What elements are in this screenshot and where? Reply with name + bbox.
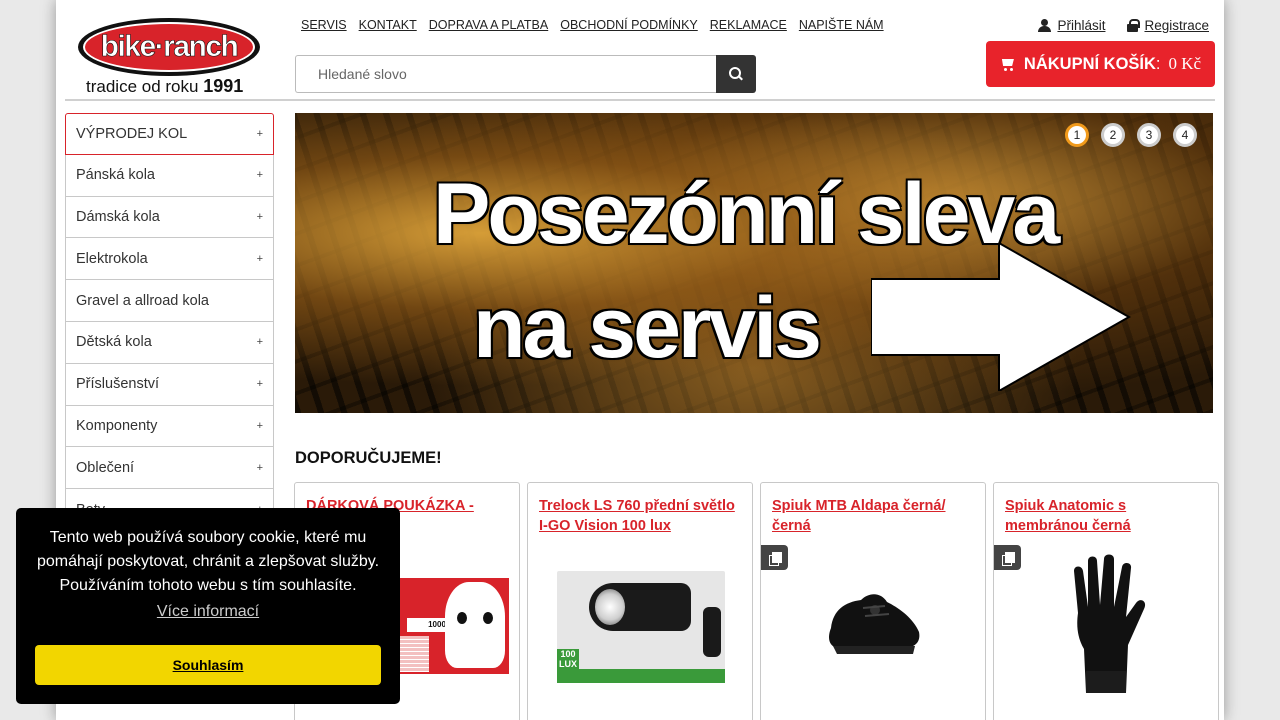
banner-headline-2: na servis — [473, 280, 822, 376]
product-card[interactable]: Spiuk MTB Aldapa černá/ černá — [760, 482, 986, 720]
product-title[interactable]: Spiuk Anatomic s membránou černá — [1005, 496, 1208, 536]
slide-dot-2[interactable]: 2 — [1101, 123, 1125, 147]
cookie-accept-button[interactable]: Souhlasím — [35, 645, 381, 685]
product-card[interactable]: Trelock LS 760 přední světlo I-GO Vision… — [527, 482, 753, 720]
compare-icon[interactable] — [994, 545, 1021, 570]
slide-dot-4[interactable]: 4 — [1173, 123, 1197, 147]
sidebar-item-vyprodej[interactable]: VÝPRODEJ KOL + — [65, 113, 274, 155]
nav-link-doprava[interactable]: DOPRAVA A PLATBA — [429, 18, 549, 32]
logo-oval: bike·ranch — [78, 18, 260, 76]
product-image[interactable]: 100 LUX — [557, 571, 725, 683]
nav-link-servis[interactable]: SERVIS — [301, 18, 347, 32]
nav-link-napiste[interactable]: NAPIŠTE NÁM — [799, 18, 884, 32]
logo-brand: bike·ranch — [100, 30, 239, 64]
account-links: Přihlásit Registrace — [1038, 18, 1209, 33]
arrow-right-icon — [871, 243, 1131, 391]
search-icon — [729, 67, 743, 81]
slide-dot-3[interactable]: 3 — [1137, 123, 1161, 147]
cart-icon — [1000, 57, 1016, 71]
category-sidebar: VÝPRODEJ KOL + Pánská kola + Dámská kola + … — [65, 113, 274, 531]
product-list: DÁRKOVÁ POUKÁZKA - 1000 Trelock LS 760 p… — [294, 482, 1219, 720]
sidebar-item-gravel[interactable]: Gravel a allroad kola — [65, 280, 274, 322]
product-title[interactable]: Spiuk MTB Aldapa černá/ černá — [772, 496, 975, 536]
cart-amount: 0 Kč — [1168, 54, 1202, 73]
expand-icon[interactable]: + — [257, 253, 263, 265]
sidebar-item-prislusenstvi[interactable]: Příslušenství + — [65, 363, 274, 406]
cart-label: NÁKUPNÍ KOŠÍK — [1023, 54, 1156, 73]
recommended-title: DOPORUČUJEME! — [295, 449, 442, 467]
product-title[interactable]: Trelock LS 760 přední světlo I-GO Vision… — [539, 496, 742, 536]
sidebar-item-komponenty[interactable]: Komponenty + — [65, 405, 274, 448]
expand-icon[interactable]: + — [257, 169, 263, 181]
lock-icon — [1127, 19, 1141, 32]
cookie-more-link[interactable]: Více informací — [16, 603, 400, 621]
nav-link-podminky[interactable]: OBCHODNÍ PODMÍNKY — [560, 18, 698, 32]
top-nav: SERVIS KONTAKT DOPRAVA A PLATBA OBCHODNÍ… — [301, 18, 884, 32]
sidebar-item-damska[interactable]: Dámská kola + — [65, 196, 274, 239]
cart-button[interactable]: NÁKUPNÍ KOŠÍK: 0 Kč — [986, 41, 1215, 87]
expand-icon[interactable]: + — [257, 462, 263, 474]
cookie-consent: Tento web používá soubory cookie, které … — [16, 508, 400, 704]
expand-icon[interactable]: + — [257, 378, 263, 390]
search-input[interactable] — [295, 55, 716, 93]
hero-banner[interactable]: Posezónní sleva na servis 1 2 3 4 — [295, 113, 1213, 413]
register-link[interactable]: Registrace — [1127, 18, 1209, 33]
nav-link-reklamace[interactable]: REKLAMACE — [710, 18, 787, 32]
header-divider — [65, 99, 1215, 101]
user-icon — [1038, 19, 1052, 32]
product-card[interactable]: Spiuk Anatomic s membránou černá — [993, 482, 1219, 720]
site-logo[interactable]: bike·ranch tradice od roku 1991 — [78, 18, 260, 98]
search-bar — [295, 55, 756, 93]
cookie-message: Tento web používá soubory cookie, které … — [36, 529, 380, 594]
sidebar-item-panska[interactable]: Pánská kola + — [65, 154, 274, 197]
logo-year: 1991 — [203, 76, 244, 96]
product-image[interactable] — [1064, 553, 1148, 701]
product-image[interactable] — [823, 588, 923, 658]
expand-icon[interactable]: + — [257, 336, 263, 348]
sidebar-item-obleceni[interactable]: Oblečení + — [65, 447, 274, 490]
lux-label: 100 LUX — [557, 649, 579, 669]
expand-icon[interactable]: + — [257, 211, 263, 223]
sidebar-item-detska[interactable]: Dětská kola + — [65, 321, 274, 364]
sidebar-item-elektrokola[interactable]: Elektrokola + — [65, 238, 274, 281]
search-button[interactable] — [716, 55, 756, 93]
expand-icon[interactable]: + — [257, 420, 263, 432]
bull-skull-icon — [445, 582, 505, 668]
slider-pagination: 1 2 3 4 — [1065, 123, 1197, 147]
nav-link-kontakt[interactable]: KONTAKT — [359, 18, 417, 32]
expand-icon[interactable]: + — [257, 128, 263, 140]
login-link[interactable]: Přihlásit — [1038, 18, 1105, 33]
compare-icon[interactable] — [761, 545, 788, 570]
logo-tagline: tradice od roku 1991 — [86, 76, 244, 96]
slide-dot-1[interactable]: 1 — [1065, 123, 1089, 147]
